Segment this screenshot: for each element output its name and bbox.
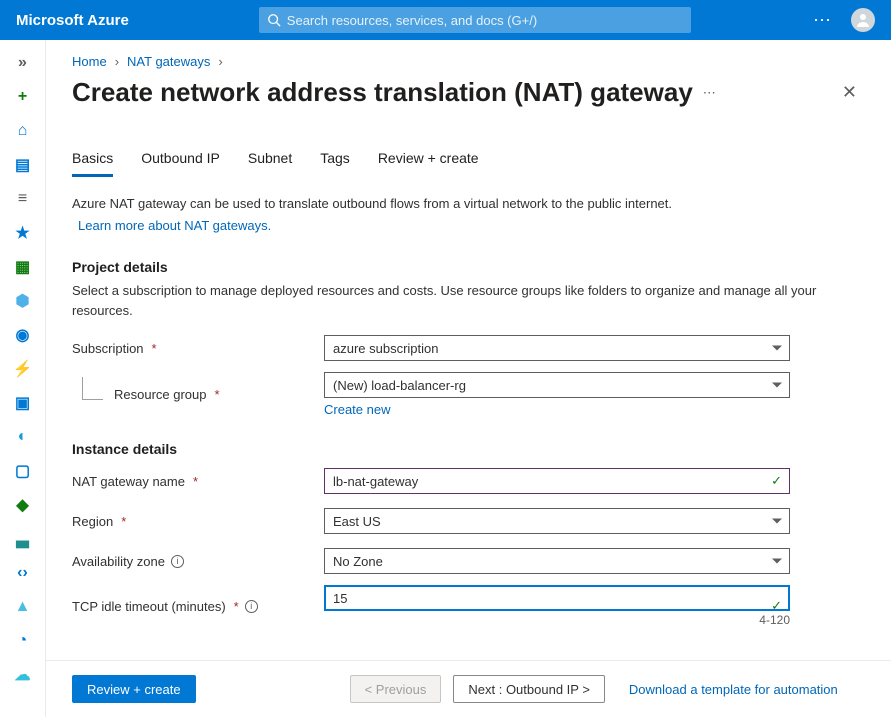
- project-details-desc: Select a subscription to manage deployed…: [72, 281, 865, 320]
- disk-icon[interactable]: ◐: [7, 422, 39, 452]
- info-icon[interactable]: i: [245, 600, 258, 613]
- instance-details-heading: Instance details: [72, 441, 865, 457]
- intro-body: Azure NAT gateway can be used to transla…: [72, 196, 672, 211]
- tcp-timeout-label: TCP idle timeout (minutes)* i: [72, 599, 324, 614]
- nat-name-input[interactable]: [324, 468, 790, 494]
- tcp-timeout-input[interactable]: [324, 585, 790, 611]
- search-input[interactable]: [287, 13, 683, 28]
- drop-icon[interactable]: ▲: [7, 592, 39, 622]
- more-menu[interactable]: ⋯: [813, 10, 833, 31]
- home-icon[interactable]: ⌂: [7, 116, 39, 146]
- expand-icon[interactable]: »: [7, 48, 39, 78]
- availability-zone-select[interactable]: [324, 548, 790, 574]
- form-tabs: Basics Outbound IP Subnet Tags Review + …: [72, 146, 865, 178]
- project-details-heading: Project details: [72, 259, 865, 275]
- user-avatar[interactable]: [851, 8, 875, 32]
- resource-group-label: Resource group*: [72, 387, 324, 402]
- list-icon[interactable]: ≡: [7, 184, 39, 214]
- tab-subnet[interactable]: Subnet: [248, 146, 292, 177]
- page-title: Create network address translation (NAT)…: [72, 77, 693, 108]
- tcp-timeout-range: 4-120: [324, 613, 790, 627]
- brand-logo[interactable]: Microsoft Azure: [16, 12, 129, 29]
- tab-tags[interactable]: Tags: [320, 146, 350, 177]
- person-icon: [855, 12, 871, 28]
- wizard-footer: Review + create < Previous Next : Outbou…: [46, 660, 891, 717]
- breadcrumb-nat-gateways[interactable]: NAT gateways: [127, 54, 210, 69]
- tab-outbound-ip[interactable]: Outbound IP: [141, 146, 220, 177]
- top-bar: Microsoft Azure ⋯: [0, 0, 891, 40]
- subscription-select[interactable]: [324, 335, 790, 361]
- breadcrumb-home[interactable]: Home: [72, 54, 107, 69]
- gauge-icon[interactable]: ◔: [7, 626, 39, 656]
- main-pane: Home › NAT gateways › Create network add…: [46, 40, 891, 717]
- review-create-button[interactable]: Review + create: [72, 675, 196, 703]
- globe-icon[interactable]: ◉: [7, 320, 39, 350]
- region-label: Region*: [72, 514, 324, 529]
- breadcrumb: Home › NAT gateways ›: [46, 40, 891, 77]
- left-nav-rail: » + ⌂ ▤ ≡ ★ ▦ ⬢ ◉ ⚡ ▣ ◐ ▢ ◆ ▃ ‹› ▲ ◔ ☁: [0, 40, 46, 717]
- resource-group-select[interactable]: [324, 372, 790, 398]
- chevron-right-icon: ›: [218, 54, 222, 69]
- cloud-icon[interactable]: ☁: [7, 660, 39, 690]
- search-icon: [267, 13, 281, 27]
- storage-icon[interactable]: ▃: [7, 524, 39, 554]
- learn-more-link[interactable]: Learn more about NAT gateways.: [78, 216, 271, 236]
- chevron-right-icon: ›: [115, 54, 119, 69]
- create-new-rg-link[interactable]: Create new: [324, 402, 390, 417]
- nat-name-label: NAT gateway name*: [72, 474, 324, 489]
- close-blade-button[interactable]: ✕: [834, 78, 865, 107]
- availability-zone-label: Availability zone i: [72, 554, 324, 569]
- add-icon[interactable]: +: [7, 82, 39, 112]
- dashboard-icon[interactable]: ▤: [7, 150, 39, 180]
- grid-icon[interactable]: ▦: [7, 252, 39, 282]
- download-template-link[interactable]: Download a template for automation: [629, 682, 838, 697]
- code-icon[interactable]: ‹›: [7, 558, 39, 588]
- subscription-label: Subscription*: [72, 341, 324, 356]
- diamond-icon[interactable]: ◆: [7, 490, 39, 520]
- next-button[interactable]: Next : Outbound IP >: [453, 675, 605, 703]
- info-icon[interactable]: i: [171, 555, 184, 568]
- previous-button: < Previous: [350, 675, 442, 703]
- region-select[interactable]: [324, 508, 790, 534]
- page-more-menu[interactable]: ⋯: [703, 85, 718, 101]
- intro-text: Azure NAT gateway can be used to transla…: [72, 194, 865, 235]
- sql-icon[interactable]: ▣: [7, 388, 39, 418]
- tab-review-create[interactable]: Review + create: [378, 146, 479, 177]
- tab-basics[interactable]: Basics: [72, 146, 113, 177]
- global-search[interactable]: [259, 7, 691, 33]
- monitor-icon[interactable]: ▢: [7, 456, 39, 486]
- function-icon[interactable]: ⚡: [7, 354, 39, 384]
- favorite-icon[interactable]: ★: [7, 218, 39, 248]
- cube-icon[interactable]: ⬢: [7, 286, 39, 316]
